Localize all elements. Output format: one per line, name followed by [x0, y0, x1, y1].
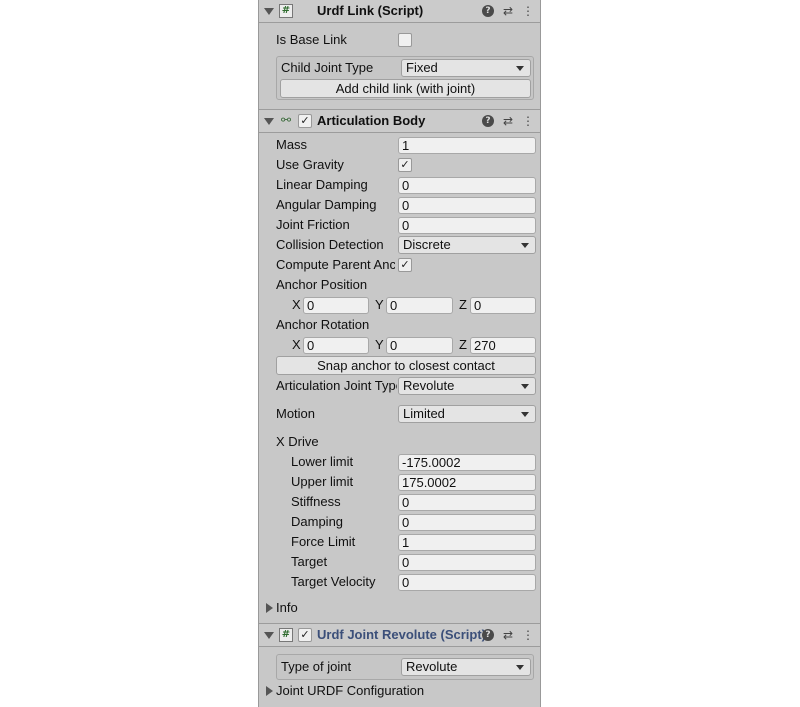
target-field[interactable]: 0: [398, 554, 536, 571]
chevron-down-icon: [516, 665, 524, 670]
child-joint-type-value: Fixed: [406, 60, 438, 75]
anchor-position-z-field[interactable]: 0: [470, 297, 536, 314]
target-velocity-field[interactable]: 0: [398, 574, 536, 591]
motion-value: Limited: [403, 406, 445, 421]
articulation-body-enabled-checkbox[interactable]: ✓: [298, 114, 312, 128]
urdf-joint-revolute-title: Urdf Joint Revolute (Script): [317, 627, 487, 642]
articulation-body-title: Articulation Body: [317, 113, 426, 128]
mass-label: Mass: [276, 137, 308, 152]
lower-limit-field[interactable]: -175.0002: [398, 454, 536, 471]
target-label: Target: [291, 554, 328, 569]
articulation-joint-type-label: Articulation Joint Type: [276, 378, 397, 393]
joint-friction-field[interactable]: 0: [398, 217, 536, 234]
anchor-rotation-z-label: Z: [459, 337, 467, 352]
damping-label: Damping: [291, 514, 344, 529]
joint-urdf-configuration-foldout[interactable]: Joint URDF Configuration: [276, 683, 526, 698]
help-icon[interactable]: ?: [482, 5, 494, 17]
type-of-joint-label: Type of joint: [281, 659, 352, 674]
compute-parent-anchor-checkbox[interactable]: ✓: [398, 258, 412, 272]
use-gravity-label: Use Gravity: [276, 157, 344, 172]
type-of-joint-value: Revolute: [406, 659, 458, 674]
add-child-link-button[interactable]: Add child link (with joint): [280, 79, 531, 98]
motion-dropdown[interactable]: Limited: [398, 405, 536, 423]
presets-icon[interactable]: ⇄: [501, 628, 515, 642]
anchor-position-z-label: Z: [459, 297, 467, 312]
force-limit-field[interactable]: 1: [398, 534, 536, 551]
foldout-collapsed-icon[interactable]: [266, 686, 273, 696]
help-icon[interactable]: ?: [482, 629, 494, 641]
articulation-joint-type-dropdown[interactable]: Revolute: [398, 377, 536, 395]
anchor-rotation-y-label: Y: [375, 337, 384, 352]
articulation-body-icon: ⚯: [280, 113, 292, 127]
anchor-position-label: Anchor Position: [276, 277, 368, 292]
collision-detection-label: Collision Detection: [276, 237, 384, 252]
foldout-expanded-icon[interactable]: [264, 118, 274, 125]
anchor-rotation-x-field[interactable]: 0: [303, 337, 369, 354]
foldout-collapsed-icon[interactable]: [266, 603, 273, 613]
urdf-joint-revolute-enabled-checkbox[interactable]: ✓: [298, 628, 312, 642]
script-icon: #: [279, 4, 293, 18]
child-joint-type-label: Child Joint Type: [281, 60, 374, 75]
inspector-panel: # Urdf Link (Script) ? ⇄ ⋮ Is Base Link …: [258, 0, 541, 707]
mass-field[interactable]: 1: [398, 137, 536, 154]
presets-icon[interactable]: ⇄: [501, 114, 515, 128]
chevron-down-icon: [521, 384, 529, 389]
chevron-down-icon: [521, 412, 529, 417]
info-foldout[interactable]: Info: [276, 600, 376, 615]
upper-limit-label: Upper limit: [291, 474, 354, 489]
angular-damping-field[interactable]: 0: [398, 197, 536, 214]
damping-field[interactable]: 0: [398, 514, 536, 531]
motion-label: Motion: [276, 406, 316, 421]
chevron-down-icon: [516, 66, 524, 71]
joint-friction-label: Joint Friction: [276, 217, 350, 232]
snap-anchor-button[interactable]: Snap anchor to closest contact: [276, 356, 536, 375]
x-drive-label: X Drive: [276, 434, 319, 449]
context-menu-icon[interactable]: ⋮: [521, 114, 535, 128]
context-menu-icon[interactable]: ⋮: [521, 628, 535, 642]
foldout-expanded-icon[interactable]: [264, 8, 274, 15]
articulation-joint-type-value: Revolute: [403, 378, 455, 393]
divider: [259, 132, 540, 133]
foldout-expanded-icon[interactable]: [264, 632, 274, 639]
stiffness-label: Stiffness: [291, 494, 341, 509]
anchor-rotation-label: Anchor Rotation: [276, 317, 370, 332]
divider: [259, 646, 540, 647]
help-icon[interactable]: ?: [482, 115, 494, 127]
anchor-rotation-y-field[interactable]: 0: [386, 337, 453, 354]
linear-damping-field[interactable]: 0: [398, 177, 536, 194]
lower-limit-label: Lower limit: [291, 454, 354, 469]
anchor-position-x-field[interactable]: 0: [303, 297, 369, 314]
type-of-joint-dropdown[interactable]: Revolute: [401, 658, 531, 676]
divider: [259, 22, 540, 23]
collision-detection-dropdown[interactable]: Discrete: [398, 236, 536, 254]
script-icon: #: [279, 628, 293, 642]
stiffness-field[interactable]: 0: [398, 494, 536, 511]
anchor-position-x-label: X: [292, 297, 301, 312]
chevron-down-icon: [521, 243, 529, 248]
anchor-position-y-label: Y: [375, 297, 384, 312]
upper-limit-field[interactable]: 175.0002: [398, 474, 536, 491]
anchor-position-y-field[interactable]: 0: [386, 297, 453, 314]
collision-detection-value: Discrete: [403, 237, 451, 252]
use-gravity-checkbox[interactable]: ✓: [398, 158, 412, 172]
target-velocity-label: Target Velocity: [291, 574, 376, 589]
linear-damping-label: Linear Damping: [276, 177, 368, 192]
angular-damping-label: Angular Damping: [276, 197, 377, 212]
is-base-link-label: Is Base Link: [276, 32, 347, 47]
context-menu-icon[interactable]: ⋮: [521, 4, 535, 18]
compute-parent-anchor-label: Compute Parent Anchor: [276, 257, 395, 272]
urdf-link-title: Urdf Link (Script): [317, 3, 424, 18]
presets-icon[interactable]: ⇄: [501, 4, 515, 18]
child-joint-type-dropdown[interactable]: Fixed: [401, 59, 531, 77]
is-base-link-checkbox[interactable]: [398, 33, 412, 47]
anchor-rotation-x-label: X: [292, 337, 301, 352]
anchor-rotation-z-field[interactable]: 270: [470, 337, 536, 354]
force-limit-label: Force Limit: [291, 534, 356, 549]
